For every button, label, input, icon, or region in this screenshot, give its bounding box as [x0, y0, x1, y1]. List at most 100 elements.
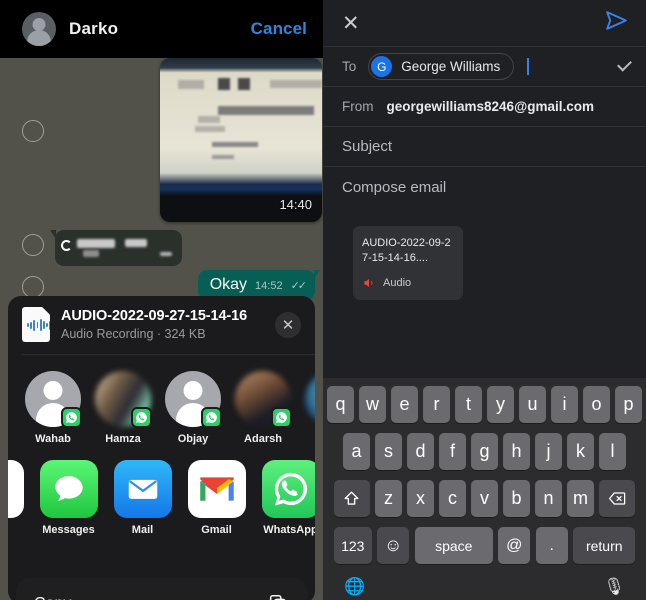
key-w[interactable]: w [359, 386, 386, 423]
recipient-chip[interactable]: G George Williams [368, 53, 515, 80]
share-app-item[interactable]: op [8, 460, 25, 536]
copy-action-row[interactable]: Copy [16, 578, 307, 600]
subject-field[interactable]: Subject [323, 126, 646, 166]
audio-waveform-document-icon [22, 307, 50, 342]
from-label: From [342, 99, 374, 114]
key-p[interactable]: p [615, 386, 642, 423]
shared-file-name: AUDIO-2022-09-27-15-14-16 [61, 308, 248, 324]
key-s[interactable]: s [375, 433, 402, 470]
key-r[interactable]: r [423, 386, 450, 423]
globe-language-icon[interactable]: 🌐 [344, 577, 365, 597]
keyboard-footer: 🌐 🎙 [326, 574, 643, 600]
period-key[interactable]: . [535, 527, 568, 564]
key-z[interactable]: z [375, 480, 402, 517]
share-app-item[interactable]: Mail [112, 460, 173, 536]
key-j[interactable]: j [535, 433, 562, 470]
video-timestamp: 14:40 [279, 197, 312, 212]
gmail-compose-panel: ✕ To G George Williams From georgewillia… [323, 0, 646, 600]
key-o[interactable]: o [583, 386, 610, 423]
key-q[interactable]: q [327, 386, 354, 423]
video-message-bubble[interactable]: 14:40 [160, 58, 322, 222]
keyboard-row-2: a s d f g h j k l [326, 433, 643, 470]
key-y[interactable]: y [487, 386, 514, 423]
copy-icon [269, 594, 286, 600]
key-x[interactable]: x [407, 480, 434, 517]
share-app-name: Messages [42, 524, 95, 536]
recipient-name: George Williams [401, 59, 501, 74]
key-l[interactable]: l [599, 433, 626, 470]
airdrop-icon [8, 460, 24, 518]
key-t[interactable]: t [455, 386, 482, 423]
shared-file-row: AUDIO-2022-09-27-15-14-16 Audio Recordin… [8, 296, 315, 354]
whatsapp-badge-icon [131, 407, 152, 428]
contact-name: Objay [177, 433, 209, 445]
message-select-circle[interactable] [22, 276, 44, 298]
gmail-icon [187, 460, 246, 518]
key-c[interactable]: c [439, 480, 466, 517]
key-h[interactable]: h [503, 433, 530, 470]
attachment-chip[interactable]: AUDIO-2022-09-27-15-14-16.... Audio [353, 226, 463, 300]
key-v[interactable]: v [471, 480, 498, 517]
keyboard-row-3: z x c v b n m [326, 480, 643, 517]
to-label: To [342, 59, 357, 74]
contact-name: Hamza [105, 433, 141, 445]
audio-speaker-icon [364, 278, 373, 288]
body-placeholder: Compose email [342, 179, 447, 196]
key-u[interactable]: u [519, 386, 546, 423]
from-value: georgewilliams8246@gmail.com [386, 99, 595, 114]
text-cursor [527, 58, 530, 75]
chevron-down-icon[interactable] [617, 56, 632, 72]
share-app-name: op [8, 524, 25, 536]
message-select-circle[interactable] [22, 120, 44, 142]
key-d[interactable]: d [407, 433, 434, 470]
suggested-contacts-row: Wahab Hamza Objay Adarsh [8, 355, 315, 454]
key-g[interactable]: g [471, 433, 498, 470]
key-b[interactable]: b [503, 480, 530, 517]
shift-up-arrow-icon[interactable] [333, 480, 370, 517]
at-key[interactable]: @ [498, 527, 531, 564]
close-icon[interactable]: ✕ [342, 13, 360, 34]
key-k[interactable]: k [567, 433, 594, 470]
share-app-item[interactable]: Gmail [186, 460, 247, 536]
key-f[interactable]: f [439, 433, 466, 470]
whatsapp-badge-icon [61, 407, 82, 428]
space-key[interactable]: space [414, 527, 493, 564]
messages-icon [39, 460, 98, 518]
share-apps-row: op Messages Mail [8, 454, 315, 545]
shared-file-subtitle: Audio Recording · 324 KB [61, 327, 206, 341]
return-key[interactable]: return [573, 527, 636, 564]
contact-item[interactable]: Wahab [24, 371, 82, 445]
key-i[interactable]: i [551, 386, 578, 423]
contact-name: Wahab [35, 433, 71, 445]
subject-placeholder: Subject [342, 138, 393, 155]
incoming-message-bubble[interactable] [50, 230, 182, 266]
from-field[interactable]: From georgewilliams8246@gmail.com [323, 86, 646, 126]
contact-item[interactable]: Objay [164, 371, 222, 445]
compose-topbar: ✕ [323, 0, 646, 46]
close-icon[interactable]: ✕ [275, 311, 301, 338]
keyboard-row-1: q w e r t y u i o p [326, 386, 643, 423]
message-select-circle[interactable] [22, 234, 44, 256]
emoji-smiley-icon[interactable]: ☺ [377, 527, 410, 564]
key-e[interactable]: e [391, 386, 418, 423]
key-a[interactable]: a [343, 433, 370, 470]
key-m[interactable]: m [567, 480, 594, 517]
mail-icon [113, 460, 172, 518]
share-app-item[interactable]: Messages [38, 460, 99, 536]
send-icon[interactable] [604, 8, 629, 38]
attachment-type: Audio [383, 277, 412, 289]
to-field[interactable]: To G George Williams [323, 46, 646, 86]
key-n[interactable]: n [535, 480, 562, 517]
numbers-key[interactable]: 123 [333, 527, 372, 564]
whatsapp-badge-icon [271, 407, 292, 428]
body-field[interactable]: Compose email [323, 166, 646, 208]
microphone-dictation-icon[interactable]: 🎙 [603, 577, 625, 597]
backspace-delete-icon[interactable] [599, 480, 636, 517]
cancel-button[interactable]: Cancel [251, 19, 307, 39]
contact-item[interactable]: lives [304, 371, 315, 445]
share-app-item[interactable]: WhatsApp [260, 460, 315, 536]
contact-item[interactable]: Adarsh [234, 371, 292, 445]
on-screen-keyboard: q w e r t y u i o p a s d f g h j k l z [323, 378, 646, 600]
contact-name: lives [304, 433, 315, 445]
contact-item[interactable]: Hamza [94, 371, 152, 445]
